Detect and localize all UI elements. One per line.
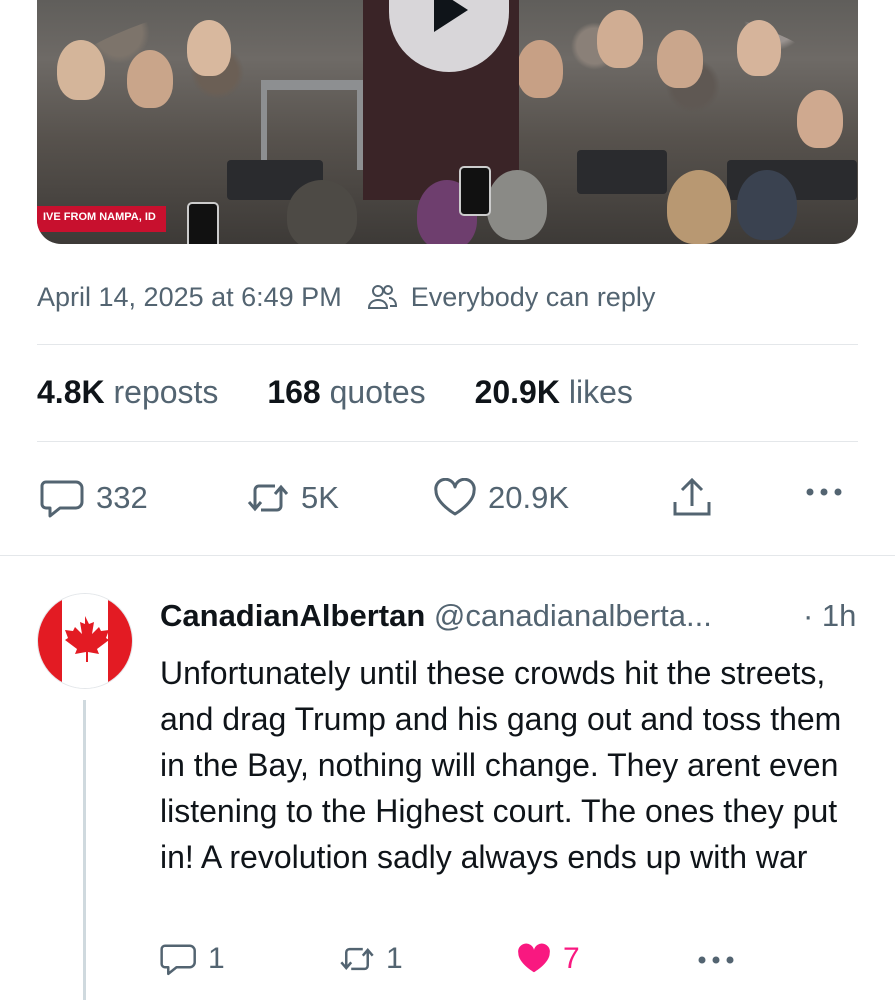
reply-action-bar: 1 1 7 [0,938,895,982]
reply-text: Unfortunately until these crowds hit the… [160,655,842,875]
quotes-count: 168 [267,374,321,410]
more-icon [698,956,734,964]
reply-setting: Everybody can reply [410,282,656,312]
canada-flag-icon [38,594,132,688]
post-meta: April 14, 2025 at 6:49 PM Everybody can … [37,282,655,317]
like-button[interactable]: 20.9K [432,478,569,518]
reply-count: 332 [96,480,148,515]
likes-stat[interactable]: 20.9K likes [475,374,633,410]
divider [37,441,858,442]
more-button[interactable] [804,482,854,502]
likes-count: 20.9K [474,374,560,410]
reply-more-button[interactable] [696,950,746,970]
crowd-face [187,20,231,76]
quotes-label: quotes [329,374,426,410]
post-action-bar: 332 5K 20.9K [0,470,895,530]
crowd-head [737,170,797,240]
reply-reply-button[interactable]: 1 [160,942,225,976]
live-location-label: IVE FROM NAMPA, ID [37,206,166,232]
reposts-label: reposts [113,374,219,410]
crowd-face [127,50,173,108]
reposts-stat[interactable]: 4.8K reposts [37,374,218,410]
like-count: 20.9K [488,480,570,515]
reply-header: CanadianAlbertan @canadianalberta... · 1… [160,598,856,634]
reply-reply-count: 1 [208,942,225,975]
people-icon [367,284,398,317]
crowd-face [597,10,643,68]
reply-icon [160,944,196,976]
play-icon [434,0,468,32]
engagement-stats: 4.8K reposts 168 quotes 20.9K likes [37,374,673,411]
stage-monitor [577,150,667,194]
repost-icon [340,947,374,971]
reply-repost-button[interactable]: 1 [338,942,403,976]
stool [261,80,363,170]
quotes-stat[interactable]: 168 quotes [267,374,425,410]
avatar[interactable] [37,593,133,689]
repost-button[interactable]: 5K [245,478,339,518]
more-icon [806,488,842,496]
crowd-face [57,40,105,100]
heart-icon [434,478,476,516]
reply-time[interactable]: · 1h [803,598,856,634]
divider [0,555,895,556]
heart-icon [518,943,550,973]
crowd-face [657,30,703,88]
crowd-head [667,170,731,244]
reposts-count: 4.8K [37,374,105,410]
reply-button[interactable]: 332 [40,478,148,518]
reply-icon [40,480,84,518]
post-timestamp[interactable]: April 14, 2025 at 6:49 PM [37,282,342,312]
phone [459,166,491,216]
reply-repost-count: 1 [386,942,403,975]
reply-author-name[interactable]: CanadianAlbertan [160,598,425,633]
repost-count: 5K [301,480,339,515]
phone [187,202,219,244]
reply-author-handle[interactable]: @canadianalberta... [434,598,712,633]
reply-like-count: 7 [563,942,580,975]
likes-label: likes [568,374,633,410]
reply-like-button[interactable]: 7 [515,942,580,976]
crowd-face [737,20,781,76]
crowd-face [517,40,563,98]
video-thumbnail[interactable]: IVE FROM NAMPA, ID [37,0,858,244]
divider [37,344,858,345]
crowd-head [287,180,357,244]
crowd-head [487,170,547,240]
crowd-face [797,90,843,148]
repost-icon [247,484,289,512]
share-button[interactable] [671,476,723,520]
share-icon [673,477,711,516]
